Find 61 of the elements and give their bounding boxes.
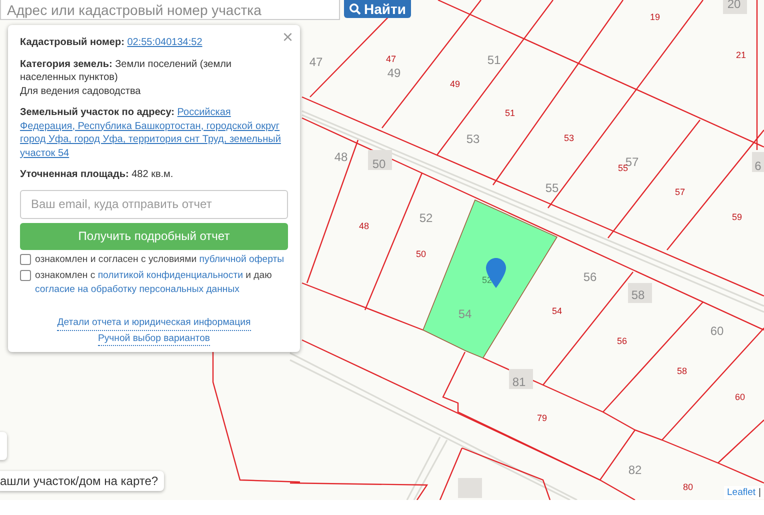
field-text: Категория земель: Земли поселений (земли населенных пунктов) [20,58,233,84]
details-link[interactable]: Детали отчета и юридическая информация [57,316,251,330]
consent-checkbox[interactable] [20,254,31,264]
parcel-number: 81 [512,375,526,389]
search-icon [349,3,362,15]
parcel-number: 48 [334,150,348,164]
consent-checkbox[interactable] [20,270,31,281]
parcel-number: 82 [628,463,642,477]
parcel-number: 54 [552,306,562,316]
map-hint-tooltip[interactable]: ашли участок/дом на карте? [0,471,164,491]
field-text: Земельный участок по адресу: Российская Федерация, Республика Башкортостан, городской округ город Уфа, город Уфа, территория снт Труд, земельный участок 54 [20,106,282,160]
parcel-number: 58 [631,288,645,302]
parcel-number: 59 [732,212,742,222]
details-link[interactable]: Ручной выбор вариантов [98,332,210,346]
parcel-number: 55 [545,181,559,195]
building [723,0,747,14]
parcel-number: 48 [359,221,369,231]
parcel-number: 80 [683,482,693,492]
consent-link[interactable]: политикой конфиденциальности [98,270,243,281]
search-field[interactable]: Адрес или кадастровый номер участка [0,0,340,20]
parcel-number: 54 [458,307,472,321]
parcel-number: 56 [583,270,597,284]
parcel-number: 60 [710,324,724,338]
parcel-number: 50 [416,249,426,259]
parcel-number: 21 [736,50,746,60]
parcel-number: 19 [650,12,660,22]
leaflet-link[interactable]: Leaflet [727,487,756,498]
consent-link[interactable]: публичной оферты [199,254,284,264]
parcel-number: 57 [675,187,685,197]
consent-text: ознакомлен и согласен с условиями публичной оферты [35,252,284,266]
building [368,150,392,170]
parcel-number: 60 [735,392,745,402]
parcel-number: 55 [618,163,628,173]
parcel-number: 51 [487,53,501,67]
parcel-number: 51 [505,108,515,118]
parcel-number: 56 [617,336,627,346]
consent-text: ознакомлен с политикой конфиденциальности и даю согласие на обработку персональных данных [35,269,273,296]
parcel-number: 58 [677,366,687,376]
building [628,283,652,303]
parcel-number: 79 [537,413,547,423]
email-field[interactable]: Ваш email, куда отправить отчет [20,190,288,218]
consent-link[interactable]: согласие на обработку персональных данных [35,284,240,294]
search-button[interactable]: Найти [344,0,411,18]
parcel-number: 52 [419,211,433,225]
parcel-number: 47 [309,55,323,69]
parcel-number: 6 [754,159,762,173]
field-text: Уточненная площадь: 482 кв.м. [20,168,174,182]
land-use-text: Для ведения садоводства [20,84,142,98]
attribution-text: | [758,487,761,498]
field-text: Кадастровый номер: 02:55:040134:52 [20,36,204,50]
parcel-number: 53 [466,132,480,146]
building [752,152,764,172]
get-report-button[interactable]: Получить подробный отчет [20,222,288,250]
close-button[interactable]: × [280,27,295,47]
parcel-number: 50 [372,157,386,171]
parcel-number: 53 [564,133,574,143]
building [458,478,482,498]
parcel-number: 47 [386,54,396,64]
parcel-number: 49 [450,79,460,89]
building [509,369,533,389]
parcel-number: 49 [387,66,401,80]
